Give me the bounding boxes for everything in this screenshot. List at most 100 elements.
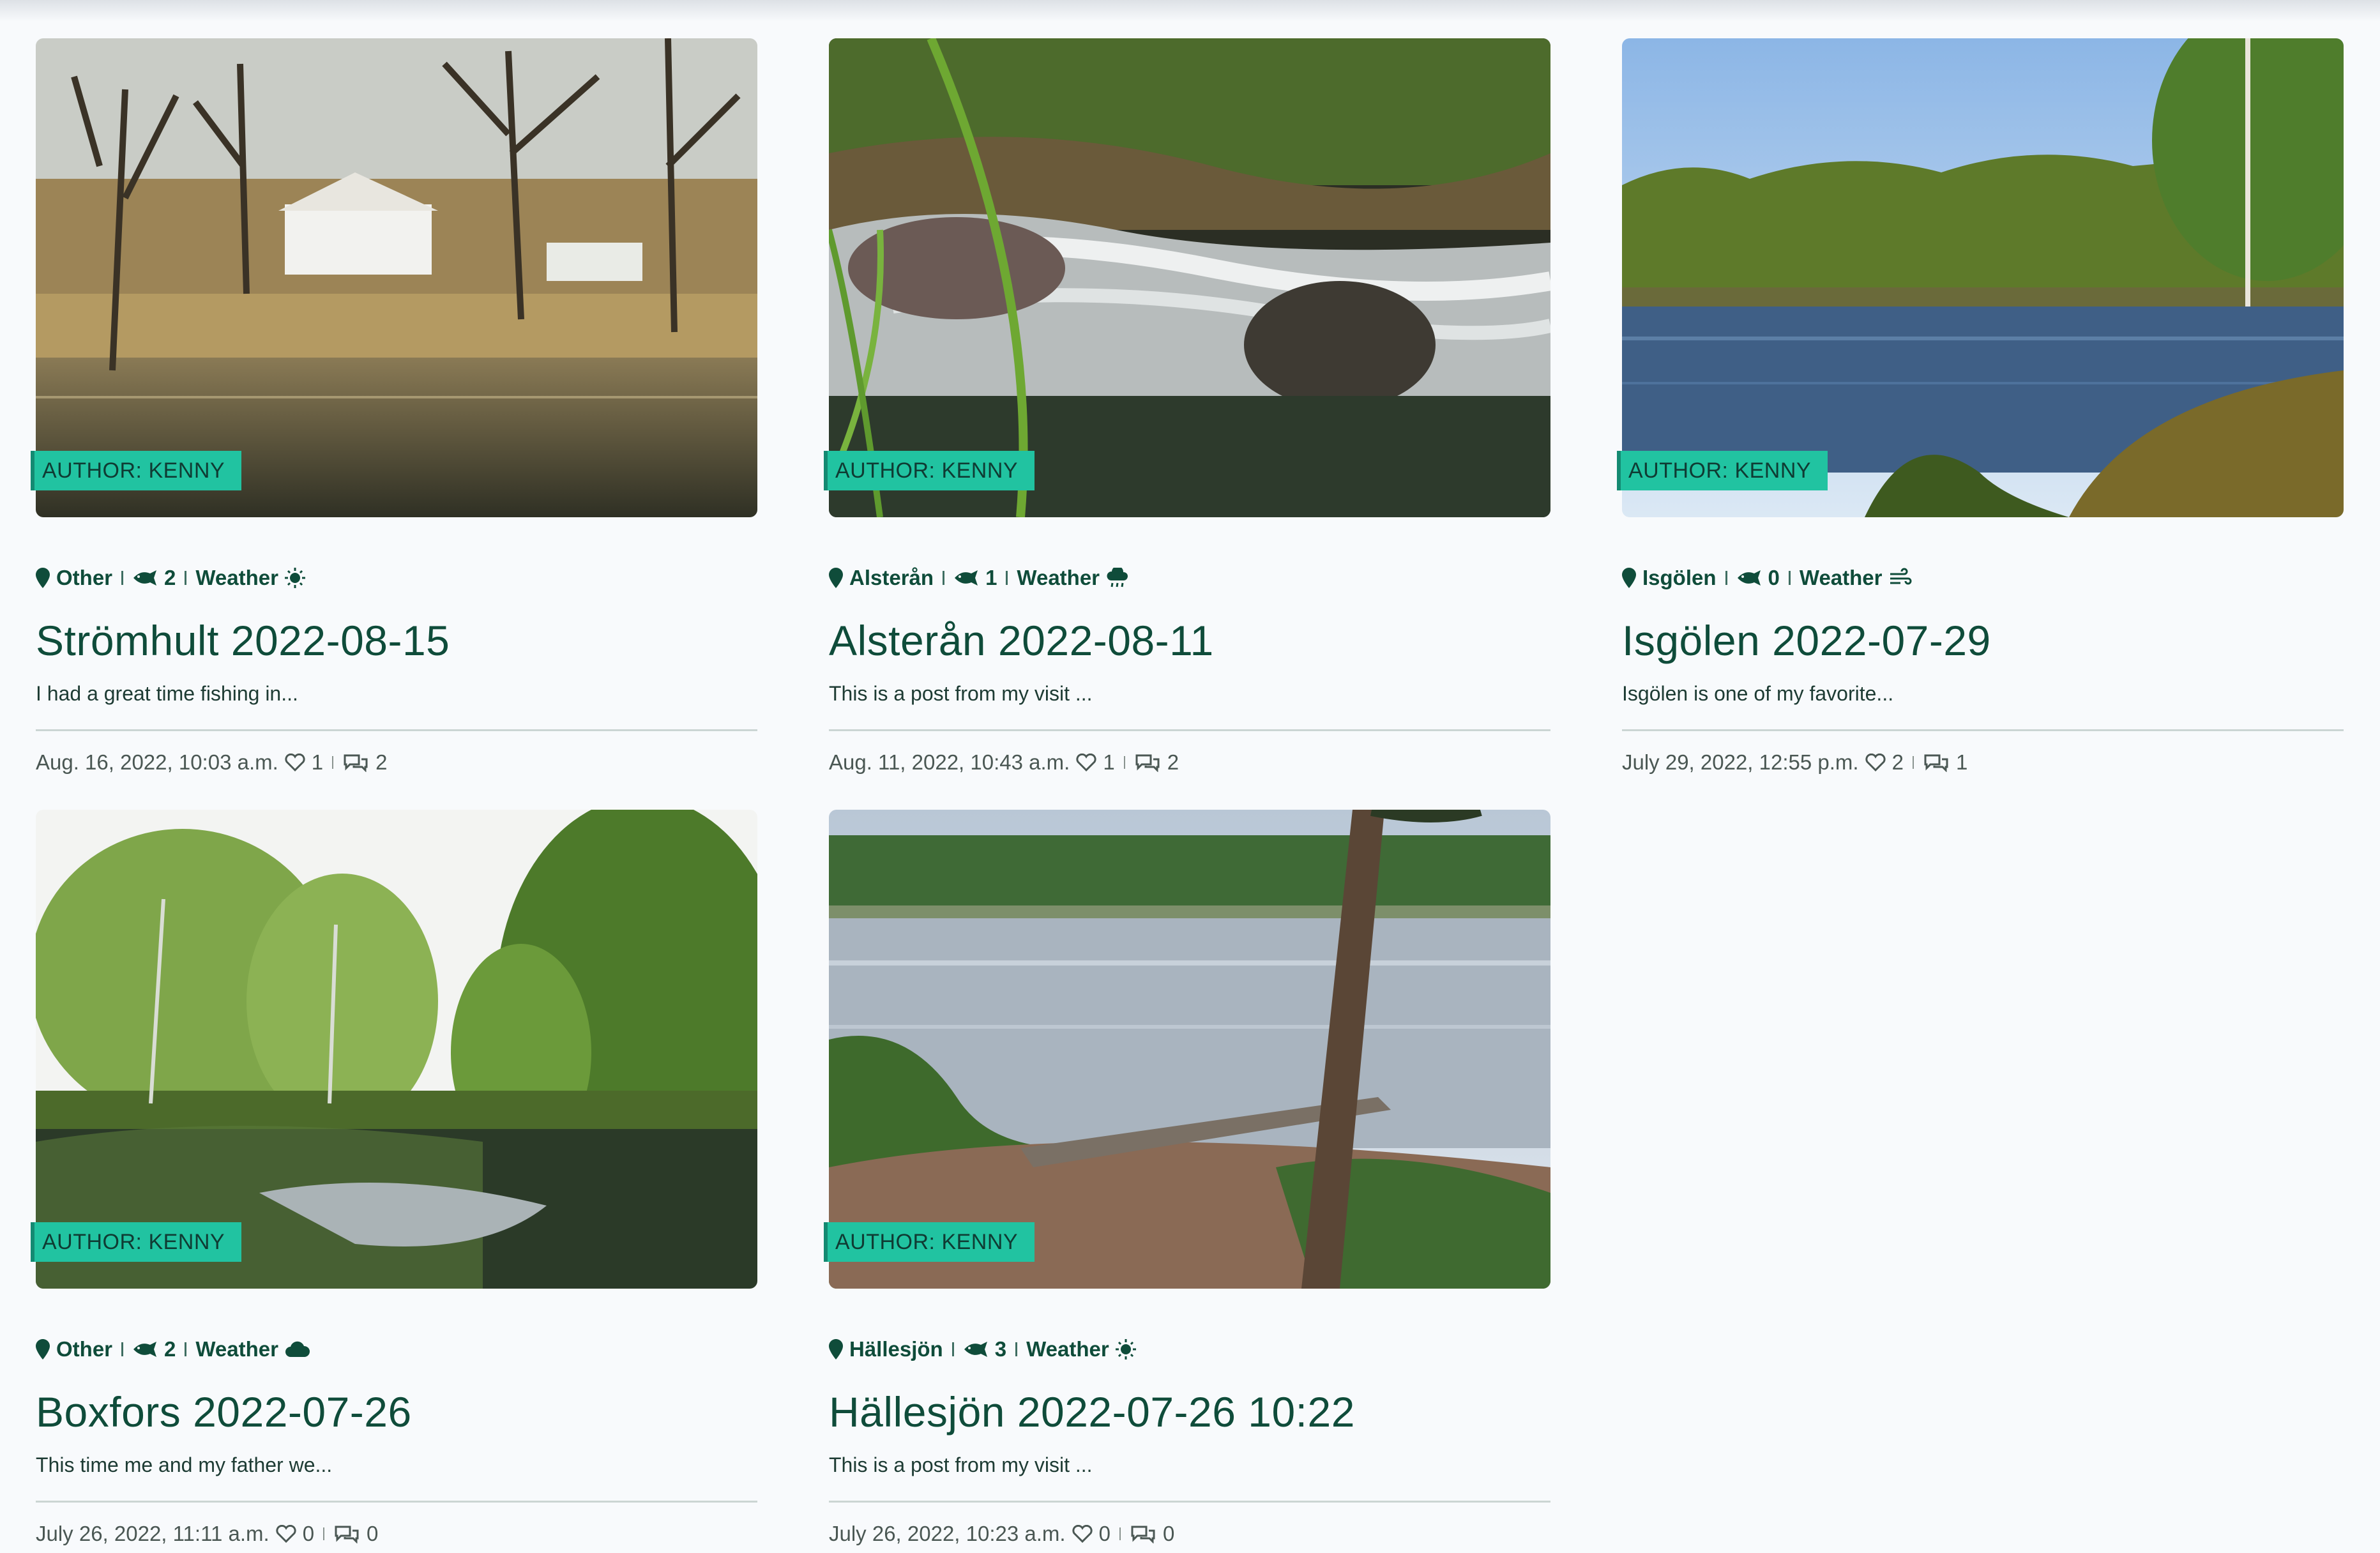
post-image[interactable] <box>829 38 1550 517</box>
comments-icon[interactable] <box>1134 753 1161 772</box>
sun-icon <box>284 568 305 588</box>
separator <box>1006 571 1008 585</box>
post-title[interactable]: Hällesjön 2022-07-26 10:22 <box>829 1388 1355 1436</box>
separator <box>121 571 124 585</box>
location-label: Alsterån <box>849 566 934 589</box>
post-title[interactable]: Isgölen 2022-07-29 <box>1622 616 1991 665</box>
weather-label: Weather <box>1017 566 1100 589</box>
heart-icon[interactable] <box>1076 754 1096 771</box>
post-grid: AUTHOR: KENNY Other 2 Weather Strömhult … <box>0 0 2380 1553</box>
post-date: Aug. 16, 2022, 10:03 a.m. <box>36 750 278 774</box>
post-footer: July 26, 2022, 10:23 a.m. 0 0 <box>829 1522 1174 1546</box>
separator <box>185 1342 187 1356</box>
post-excerpt: I had a great time fishing in... <box>36 682 298 705</box>
location-label: Other <box>56 566 113 589</box>
location-label: Other <box>56 1337 113 1361</box>
divider <box>36 729 757 731</box>
comment-count: 2 <box>1167 750 1179 774</box>
divider <box>1622 729 2344 731</box>
post-date: Aug. 11, 2022, 10:43 a.m. <box>829 750 1070 774</box>
post-date: July 26, 2022, 11:11 a.m. <box>36 1522 269 1545</box>
sun-icon <box>1115 1339 1136 1360</box>
like-count: 1 <box>1103 750 1115 774</box>
weather-label: Weather <box>1026 1337 1109 1361</box>
weather-label: Weather <box>1799 566 1883 589</box>
weather-label: Weather <box>195 566 278 589</box>
fish-icon <box>1737 570 1761 586</box>
separator <box>1912 756 1914 769</box>
post-title[interactable]: Strömhult 2022-08-15 <box>36 616 450 665</box>
comments-icon[interactable] <box>333 1524 360 1543</box>
post-meta: Isgölen 0 Weather <box>1622 562 1912 594</box>
fish-icon <box>964 1342 987 1357</box>
like-count: 1 <box>311 750 324 774</box>
post-card[interactable]: AUTHOR: KENNY Hällesjön 3 Weather Hälles… <box>824 810 1550 1545</box>
post-date: July 26, 2022, 10:23 a.m. <box>829 1522 1066 1545</box>
fish-count: 0 <box>1768 566 1780 589</box>
wind-icon <box>1890 568 1911 585</box>
post-image[interactable] <box>1622 38 2344 517</box>
post-meta: Other 2 Weather <box>36 1333 310 1365</box>
divider <box>36 1501 757 1503</box>
heart-icon[interactable] <box>1865 754 1886 771</box>
separator <box>1015 1342 1018 1356</box>
map-pin-icon <box>36 568 50 588</box>
cloud-rain-icon <box>1107 568 1128 587</box>
post-image[interactable] <box>829 810 1550 1289</box>
author-badge: AUTHOR: KENNY <box>31 451 241 490</box>
separator <box>185 571 187 585</box>
post-title[interactable]: Boxfors 2022-07-26 <box>36 1388 412 1436</box>
fish-icon <box>133 570 157 586</box>
heart-icon[interactable] <box>1072 1525 1093 1543</box>
separator <box>951 1342 954 1356</box>
comments-icon[interactable] <box>1923 753 1950 772</box>
separator <box>1119 1527 1121 1540</box>
fish-icon <box>955 570 978 586</box>
fish-count: 2 <box>164 1337 176 1361</box>
post-footer: July 29, 2022, 12:55 p.m. 2 1 <box>1622 750 1967 775</box>
heart-icon[interactable] <box>285 754 305 771</box>
post-meta: Alsterån 1 Weather <box>829 562 1129 594</box>
map-pin-icon <box>36 1339 50 1360</box>
fish-count: 2 <box>164 566 176 589</box>
post-image[interactable] <box>36 810 757 1289</box>
post-excerpt: Isgölen is one of my favorite... <box>1622 682 1894 705</box>
divider <box>829 1501 1550 1503</box>
comments-icon[interactable] <box>342 753 369 772</box>
separator <box>1123 756 1125 769</box>
author-badge: AUTHOR: KENNY <box>824 1222 1035 1262</box>
divider <box>829 729 1550 731</box>
author-badge: AUTHOR: KENNY <box>31 1222 241 1262</box>
post-title[interactable]: Alsterån 2022-08-11 <box>829 616 1214 665</box>
fish-icon <box>133 1342 157 1357</box>
post-card[interactable]: AUTHOR: KENNY Other 2 Weather Strömhult … <box>31 38 757 774</box>
comments-icon[interactable] <box>1130 1524 1156 1543</box>
post-footer: Aug. 16, 2022, 10:03 a.m. 1 2 <box>36 750 388 775</box>
post-card[interactable]: AUTHOR: KENNY Isgölen 0 Weather Isgölen … <box>1617 38 2344 774</box>
weather-label: Weather <box>195 1337 278 1361</box>
post-meta: Hällesjön 3 Weather <box>829 1333 1136 1365</box>
post-card[interactable]: AUTHOR: KENNY Alsterån 1 Weather Alsterå… <box>824 38 1550 774</box>
location-label: Hällesjön <box>849 1337 943 1361</box>
location-label: Isgölen <box>1642 566 1717 589</box>
heart-icon[interactable] <box>276 1525 296 1543</box>
separator <box>323 1527 325 1540</box>
post-excerpt: This is a post from my visit ... <box>829 682 1093 705</box>
post-meta: Other 2 Weather <box>36 562 305 594</box>
post-image[interactable] <box>36 38 757 517</box>
separator <box>1788 571 1791 585</box>
comment-count: 0 <box>367 1522 379 1545</box>
author-badge: AUTHOR: KENNY <box>1617 451 1828 490</box>
separator <box>943 571 945 585</box>
map-pin-icon <box>829 1339 843 1360</box>
like-count: 2 <box>1891 750 1904 774</box>
post-excerpt: This is a post from my visit ... <box>829 1453 1093 1476</box>
author-badge: AUTHOR: KENNY <box>824 451 1035 490</box>
fish-count: 1 <box>985 566 997 589</box>
post-footer: July 26, 2022, 11:11 a.m. 0 0 <box>36 1522 378 1546</box>
post-card[interactable]: AUTHOR: KENNY Other 2 Weather Boxfors 20… <box>31 810 757 1545</box>
separator <box>121 1342 124 1356</box>
fish-count: 3 <box>994 1337 1007 1361</box>
post-footer: Aug. 11, 2022, 10:43 a.m. 1 2 <box>829 750 1179 775</box>
map-pin-icon <box>829 568 843 588</box>
